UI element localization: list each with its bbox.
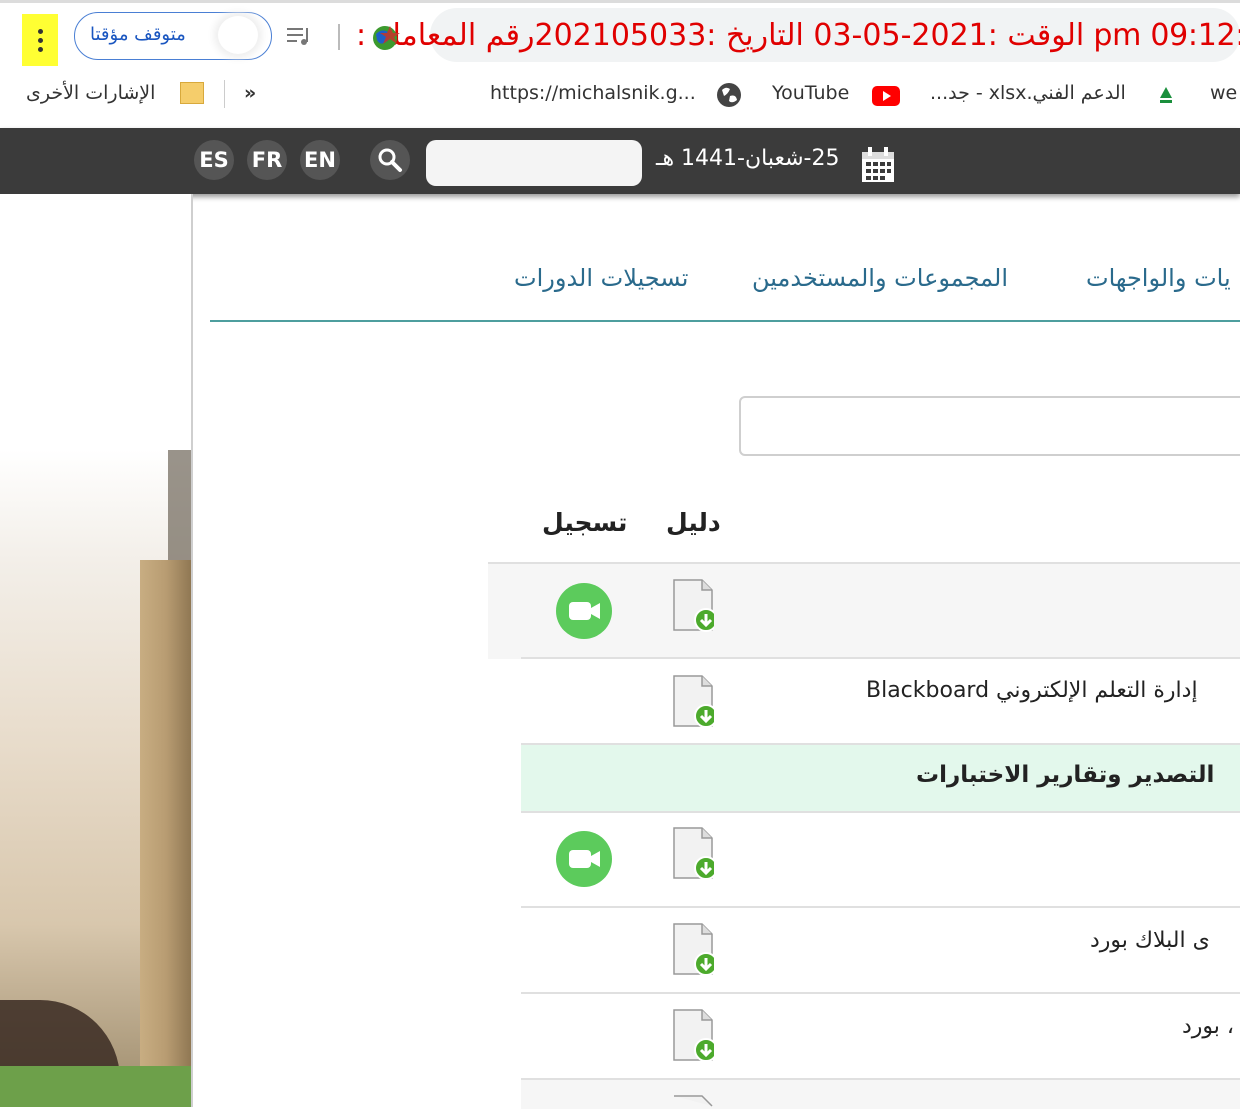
- bookmark-item-we[interactable]: we: [1210, 82, 1237, 104]
- search-button[interactable]: [370, 140, 410, 180]
- globe-icon: [373, 26, 400, 50]
- table-row: [521, 992, 1240, 1080]
- guide-download-icon[interactable]: [672, 1094, 714, 1107]
- lang-fr-button[interactable]: FR: [247, 140, 287, 180]
- avatar[interactable]: [218, 16, 258, 54]
- guide-download-icon[interactable]: [672, 1008, 714, 1062]
- hijri-date: 25-شعبان-1441 هـ: [656, 146, 840, 171]
- search-icon: [378, 148, 402, 172]
- filter-input[interactable]: [739, 396, 1240, 456]
- tab-groups-users[interactable]: المجموعات والمستخدمين: [752, 264, 1008, 292]
- video-record-button[interactable]: [556, 831, 612, 887]
- tab-course-recordings[interactable]: تسجيلات الدورات: [514, 264, 688, 292]
- column-header-guide: دليل: [666, 508, 721, 537]
- guide-download-icon[interactable]: [672, 922, 714, 976]
- column-header-record: تسجيل: [542, 508, 628, 537]
- lang-en-button[interactable]: EN: [300, 140, 340, 180]
- bookmark-item-youtube[interactable]: YouTube: [772, 82, 849, 104]
- kebab-menu-icon[interactable]: [22, 14, 58, 66]
- guide-download-icon[interactable]: [672, 578, 714, 632]
- tabs-underline: [210, 320, 1240, 322]
- grass-image-part: [0, 1066, 192, 1107]
- youtube-icon: [872, 86, 900, 106]
- calendar-icon: [862, 147, 894, 182]
- divider: [338, 24, 340, 50]
- bookmarks-overflow-button[interactable]: »: [244, 82, 256, 104]
- search-input[interactable]: [426, 140, 642, 186]
- tab-interfaces[interactable]: يات والواجهات: [1086, 264, 1231, 292]
- content-divider: [191, 194, 193, 1107]
- lang-es-button[interactable]: ES: [194, 140, 234, 180]
- minaret-image: [140, 560, 192, 1107]
- video-camera-icon: [569, 602, 600, 620]
- reading-list-icon[interactable]: [286, 24, 312, 48]
- table-row: [521, 1078, 1240, 1109]
- guide-download-icon[interactable]: [672, 826, 714, 880]
- row-title: إدارة التعلم الإلكتروني Blackboard: [866, 678, 1198, 703]
- drive-icon: [1160, 87, 1172, 103]
- profile-status-label: متوقف مؤقتا: [90, 24, 186, 45]
- minaret-image-part: [168, 450, 192, 570]
- row-title: ى البلاك بورد: [1090, 928, 1210, 953]
- guide-download-icon[interactable]: [672, 674, 714, 728]
- folder-icon: [180, 82, 204, 104]
- divider: [224, 80, 225, 108]
- video-camera-icon: [569, 850, 600, 868]
- table-row: [521, 811, 1240, 908]
- bookmark-item-michalsnik[interactable]: https://michalsnik.g...: [490, 82, 696, 104]
- row-title: ، بورد: [1182, 1014, 1235, 1039]
- video-record-button[interactable]: [556, 583, 612, 639]
- globe-icon: [717, 83, 741, 107]
- bookmark-other[interactable]: الإشارات الأخرى: [26, 82, 155, 104]
- bookmark-item-support[interactable]: الدعم الفني.xlsx - جد...: [930, 82, 1126, 104]
- section-title: التصدير وتقارير الاختبارات: [916, 762, 1215, 788]
- transaction-overlay-text: 09:12:53 pm الوقت :2021-05-03 التاريخ :2…: [356, 18, 1240, 53]
